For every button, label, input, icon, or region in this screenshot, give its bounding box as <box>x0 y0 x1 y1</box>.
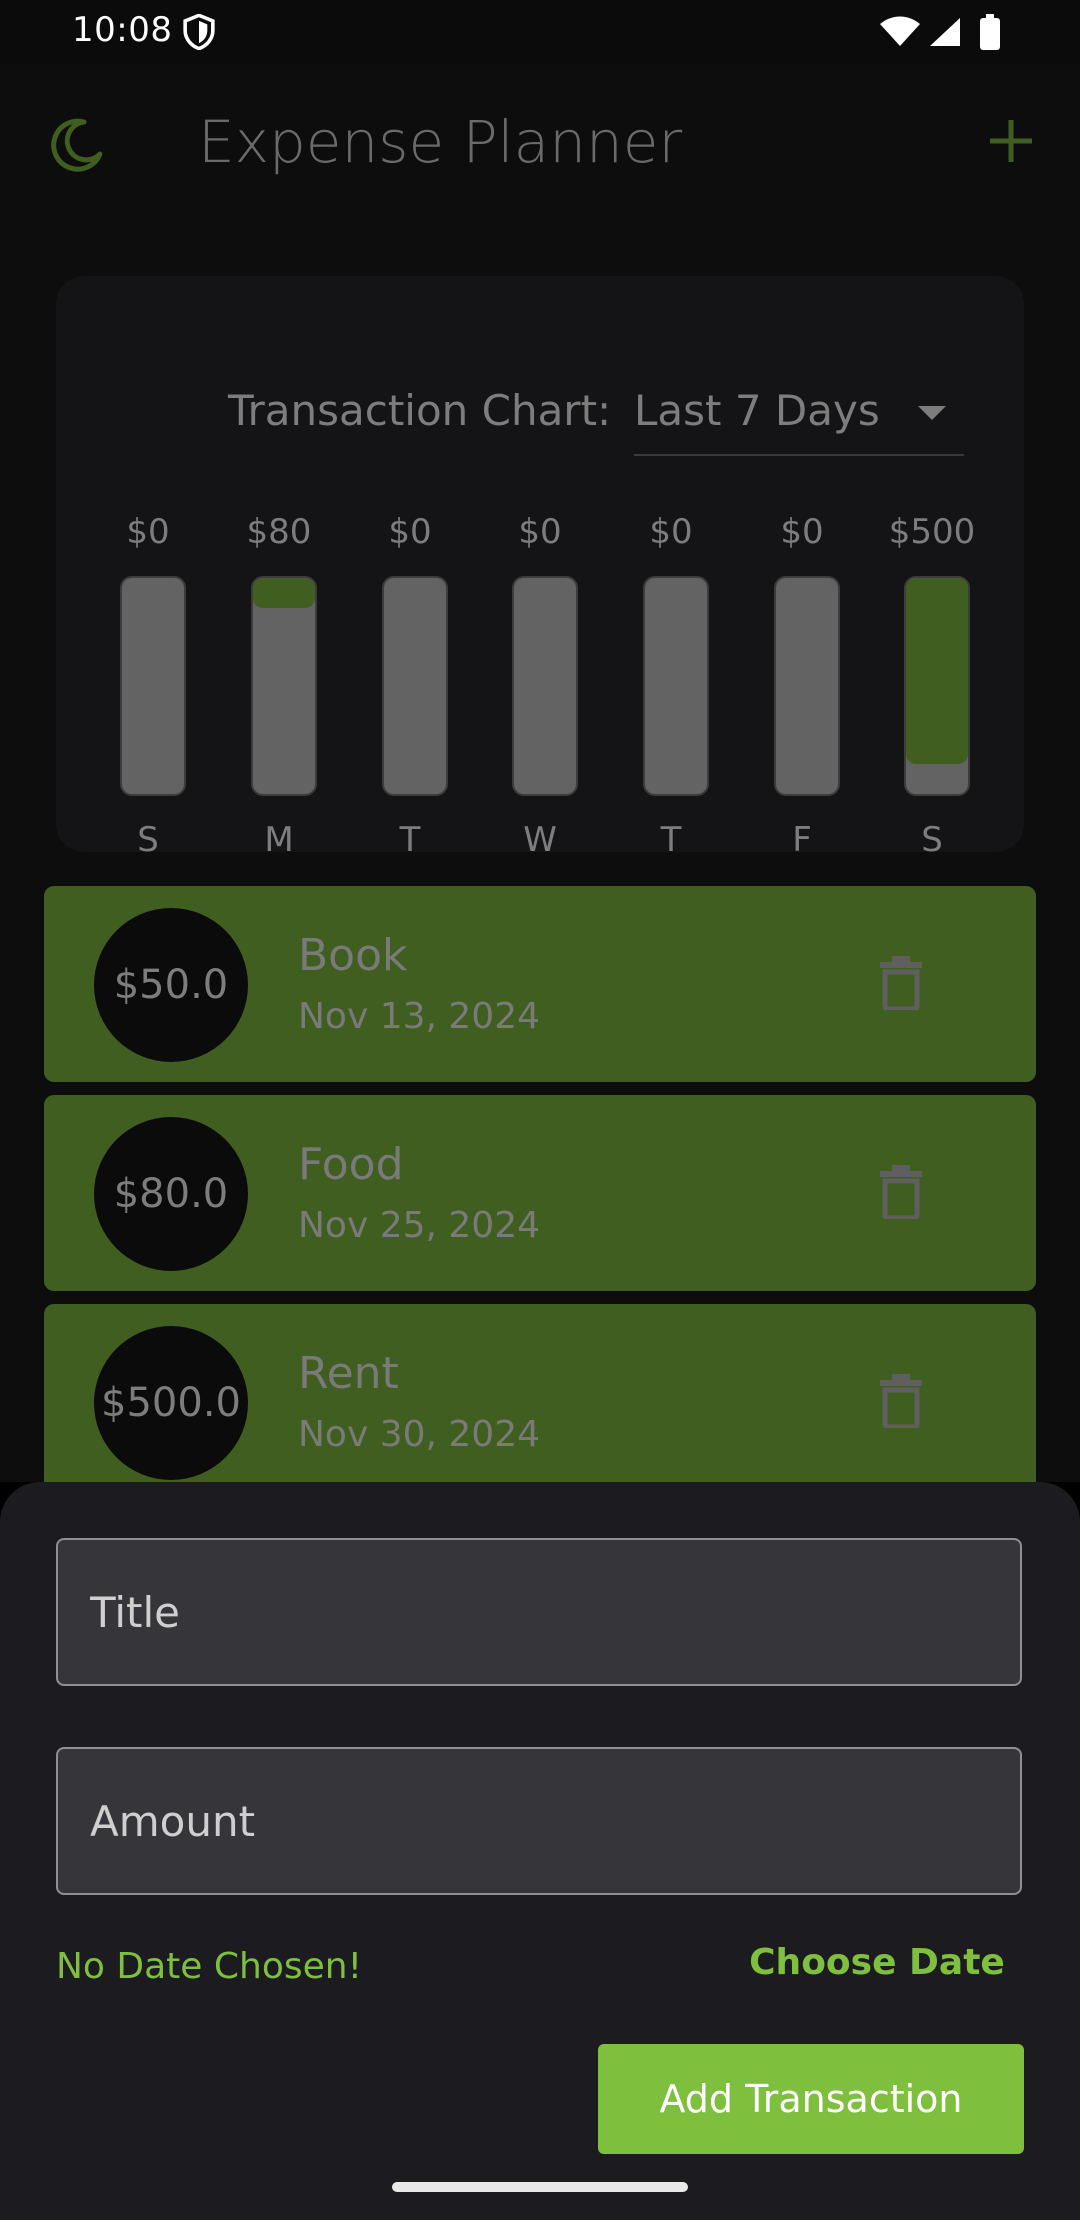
transaction-amount: $80.0 <box>94 1117 248 1271</box>
bar-day-label: S <box>137 820 159 860</box>
bar-day-label: T <box>399 820 421 860</box>
transaction-date: Nov 13, 2024 <box>298 996 541 1037</box>
no-date-label: No Date Chosen! <box>56 1946 363 1987</box>
bar-track <box>643 576 709 796</box>
app-title: Expense Planner <box>198 108 683 176</box>
wifi-icon <box>880 16 920 46</box>
bar-day-label: S <box>921 820 943 860</box>
bar-fill <box>253 578 315 609</box>
bar-fill <box>906 578 968 764</box>
title-field[interactable] <box>56 1538 1022 1686</box>
bar-amount: $0 <box>649 512 693 552</box>
status-time: 10:08 <box>72 10 173 50</box>
title-input[interactable] <box>58 1540 1020 1684</box>
bar-day-label: M <box>264 820 294 860</box>
add-transaction-button[interactable]: Add Transaction <box>598 2044 1024 2154</box>
transaction-title: Book <box>298 930 408 981</box>
bar-track <box>904 576 970 796</box>
bar-track <box>382 576 448 796</box>
trash-icon[interactable] <box>878 1372 924 1428</box>
bar-amount: $0 <box>780 512 824 552</box>
battery-icon <box>980 14 1000 50</box>
transaction-item[interactable]: $500.0 Rent Nov 30, 2024 <box>44 1304 1036 1500</box>
transaction-item[interactable]: $50.0 Book Nov 13, 2024 <box>44 886 1036 1082</box>
add-transaction-sheet: No Date Chosen! Choose Date Add Transact… <box>0 1482 1080 2220</box>
bar-amount: $0 <box>126 512 170 552</box>
bar-amount: $0 <box>388 512 432 552</box>
amount-input[interactable] <box>58 1749 1020 1893</box>
moon-icon[interactable] <box>46 114 108 176</box>
bar-amount: $500 <box>888 512 976 552</box>
chart-label: Transaction Chart: <box>228 386 612 435</box>
bar-track <box>251 576 317 796</box>
plus-icon[interactable] <box>986 116 1036 166</box>
signal-icon <box>930 18 960 46</box>
bar-track <box>120 576 186 796</box>
status-bar: 10:08 <box>0 0 1080 64</box>
transaction-amount: $500.0 <box>94 1326 248 1480</box>
bar-track <box>512 576 578 796</box>
transaction-date: Nov 25, 2024 <box>298 1205 541 1246</box>
bar-amount: $80 <box>246 512 312 552</box>
transaction-item[interactable]: $80.0 Food Nov 25, 2024 <box>44 1095 1036 1291</box>
gesture-nav-handle[interactable] <box>392 2182 688 2192</box>
bar-day-label: F <box>792 820 812 860</box>
bar-amount: $0 <box>518 512 562 552</box>
bar-day-label: W <box>523 820 557 860</box>
bar-track <box>774 576 840 796</box>
transaction-chart-card: Transaction Chart: Last 7 Days $0 S $80 … <box>56 276 1024 860</box>
transaction-title: Food <box>298 1139 404 1190</box>
trash-icon[interactable] <box>878 1163 924 1219</box>
choose-date-button[interactable]: Choose Date <box>732 1942 1022 1983</box>
dropdown-arrow-icon <box>918 406 946 420</box>
main-content: Transaction Chart: Last 7 Days $0 S $80 … <box>0 226 1080 1500</box>
transaction-date: Nov 30, 2024 <box>298 1414 541 1455</box>
bar-day-label: T <box>660 820 682 860</box>
transaction-title: Rent <box>298 1348 399 1399</box>
amount-field[interactable] <box>56 1747 1022 1895</box>
app-bar: Expense Planner <box>0 64 1080 226</box>
period-dropdown-value: Last 7 Days <box>634 386 880 435</box>
trash-icon[interactable] <box>878 954 924 1010</box>
transaction-amount: $50.0 <box>94 908 248 1062</box>
shield-icon <box>183 14 215 50</box>
period-dropdown[interactable]: Last 7 Days <box>634 372 964 456</box>
